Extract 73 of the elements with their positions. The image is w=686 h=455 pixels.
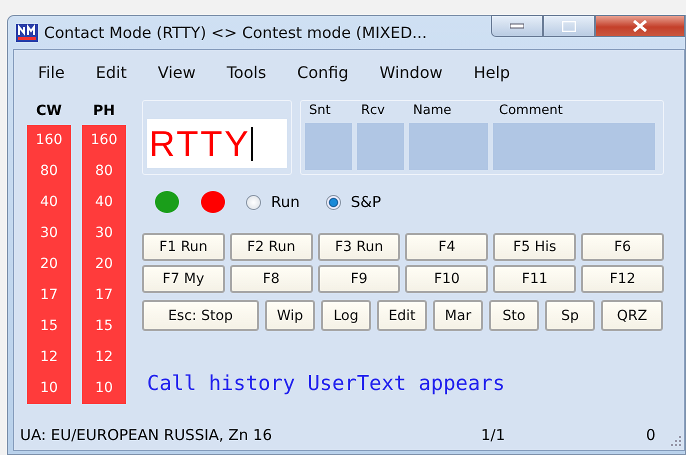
function-key-button[interactable]: F8 [230,265,313,293]
close-button[interactable] [595,15,685,37]
field-label: Snt [308,102,332,120]
menu-item[interactable]: Tools [226,62,266,82]
action-button[interactable]: Wip [265,300,315,331]
band-item[interactable]: 17 [27,280,71,311]
minimize-icon [510,23,524,29]
function-key-button[interactable]: F4 [405,233,488,261]
radio-button[interactable] [246,194,261,210]
function-key-button[interactable]: F1 Run [142,233,225,261]
minimize-button[interactable] [491,15,543,37]
input-field[interactable] [305,123,352,170]
function-key-button[interactable]: F6 [581,233,664,261]
input-field[interactable] [493,123,655,170]
input-field[interactable] [357,123,404,170]
menu-item[interactable]: Edit [96,62,127,82]
status-count: 1/1 [481,426,506,444]
status-location: UA: EU/EUROPEAN RUSSIA, Zn 16 [20,426,274,444]
radio-option[interactable]: S&P [326,193,382,211]
function-key-button[interactable]: F5 His [493,233,576,261]
band-item[interactable]: 17 [82,280,126,311]
call-field[interactable]: RTTY [147,119,287,168]
menu-item[interactable]: View [158,62,196,82]
field-label: Comment [498,102,564,120]
input-field[interactable] [409,123,488,170]
band-item[interactable]: 12 [27,342,71,373]
function-key-button[interactable]: F10 [405,265,488,293]
radio-option[interactable]: Run [246,193,300,211]
action-button[interactable]: Sto [489,300,539,331]
window-title: Contact Mode (RTTY) <> Contest mode (MIXED... [44,24,427,42]
field-label: Rcv [360,102,386,120]
band-item[interactable]: 80 [82,156,126,187]
function-key-button[interactable]: F3 Run [318,233,400,261]
band-item[interactable]: 80 [27,156,71,187]
maximize-icon [562,20,576,32]
resize-grip-icon [670,435,682,447]
action-button[interactable]: Edit [377,300,427,331]
band-item[interactable]: 15 [82,311,126,342]
action-button[interactable]: Log [321,300,371,331]
band-item[interactable]: 10 [27,373,71,404]
band-header: PH [93,102,115,118]
band-item[interactable]: 20 [82,249,126,280]
action-button[interactable]: QRZ [601,300,663,331]
band-item[interactable]: 30 [27,218,71,249]
menu-item[interactable]: Help [474,62,510,82]
band-item[interactable]: 40 [82,187,126,218]
action-button[interactable]: Mar [433,300,483,331]
band-item[interactable]: 10 [82,373,126,404]
menu-item[interactable]: Config [297,62,348,82]
field-label: Name [412,102,452,120]
status-number: 0 [646,426,656,444]
maximize-button[interactable] [543,15,595,37]
band-item[interactable]: 12 [82,342,126,373]
band-item[interactable]: 30 [82,218,126,249]
action-button[interactable]: Sp [545,300,595,331]
function-key-button[interactable]: F11 [493,265,576,293]
action-button[interactable]: Esc: Stop [142,300,259,331]
menu-item[interactable]: File [38,62,65,82]
function-key-button[interactable]: F2 Run [230,233,313,261]
menu-item[interactable]: Window [380,62,443,82]
close-icon [632,20,648,32]
band-item[interactable]: 15 [27,311,71,342]
function-key-button[interactable]: F7 My [142,265,225,293]
app-logo-icon [16,24,38,42]
band-item[interactable]: 40 [27,187,71,218]
radio-button[interactable] [326,194,341,210]
band-header: CW [36,102,62,118]
band-item[interactable]: 160 [82,125,126,156]
band-item[interactable]: 20 [27,249,71,280]
function-key-button[interactable]: F12 [581,265,664,293]
band-item[interactable]: 160 [27,125,71,156]
user-text: Call history UserText appears [146,371,506,395]
function-key-button[interactable]: F9 [318,265,400,293]
